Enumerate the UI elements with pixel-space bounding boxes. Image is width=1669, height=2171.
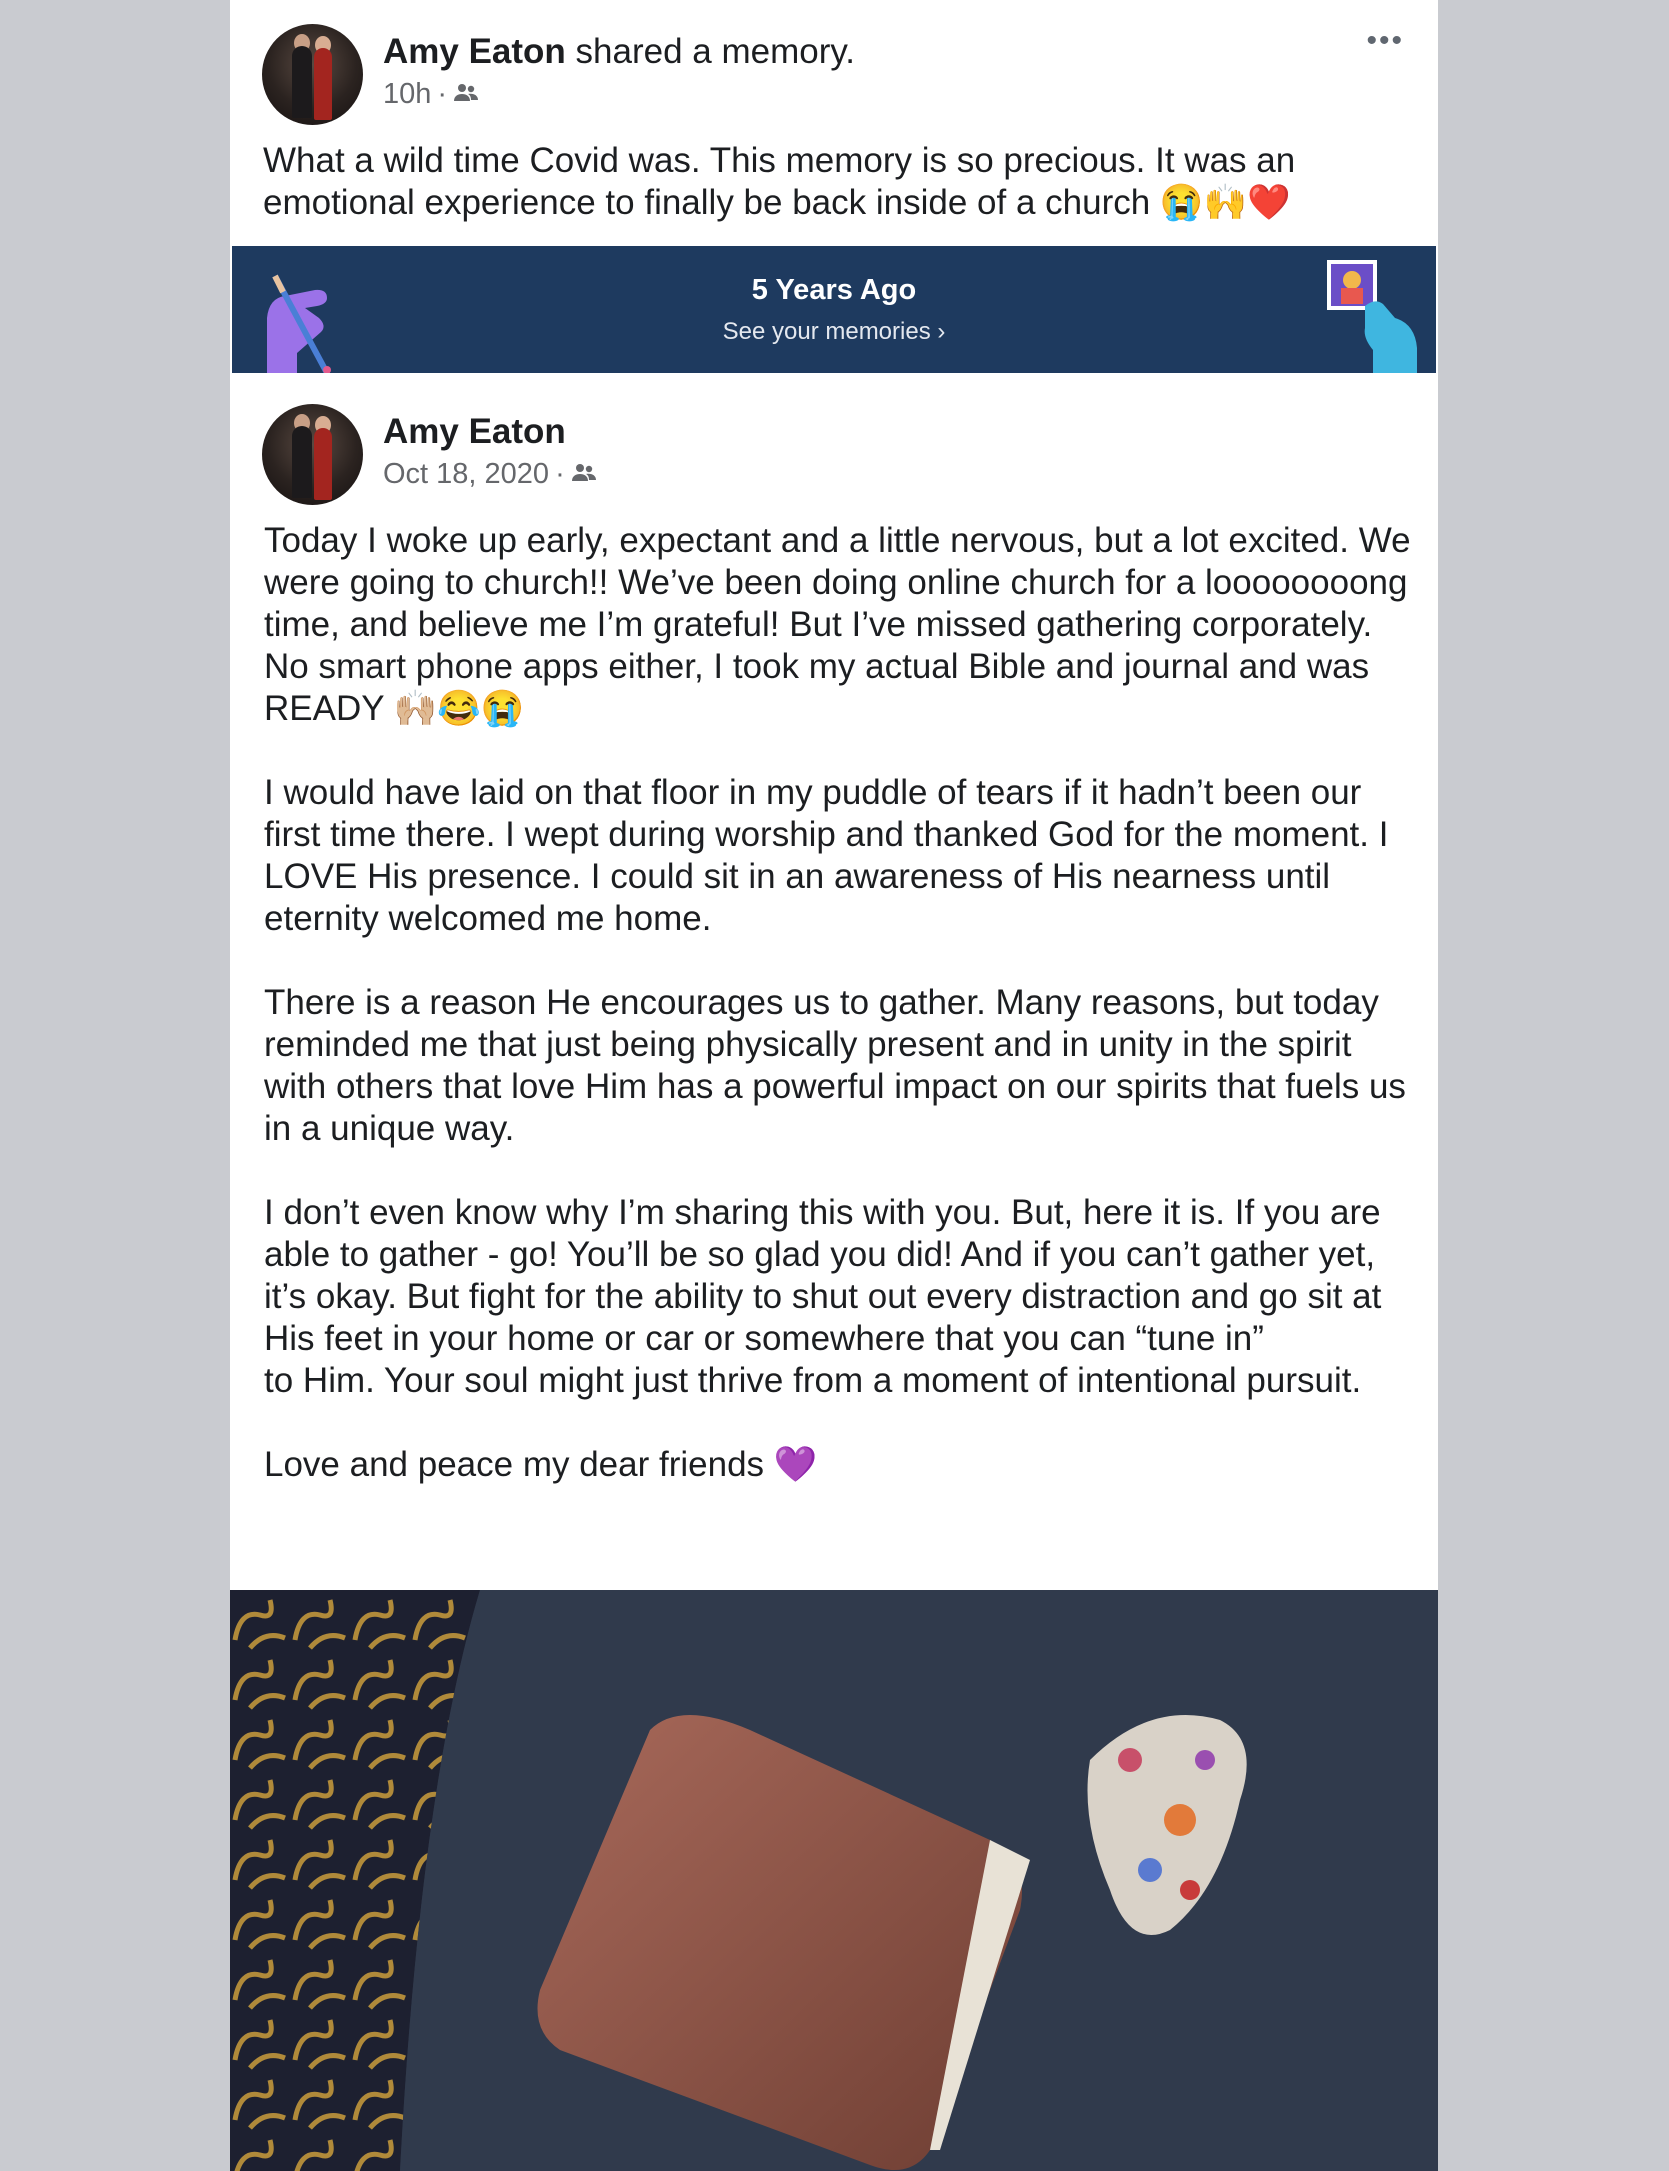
- caption-line-2: emotional experience to finally be back …: [263, 183, 1151, 222]
- friends-icon: [453, 79, 479, 112]
- banner-title: 5 Years Ago: [751, 274, 917, 306]
- post-time[interactable]: 10h: [383, 78, 431, 110]
- post-meta: 10h ·: [383, 78, 479, 112]
- chevron-right-icon: ›: [937, 318, 946, 345]
- post-paragraph: There is a reason He encourages us to ga…: [264, 983, 1406, 1148]
- author-name[interactable]: Amy Eaton: [383, 32, 566, 71]
- photo-hand-icon: [1327, 260, 1417, 373]
- memories-banner[interactable]: 5 Years Ago See your memories ›: [232, 246, 1436, 373]
- post-paragraph: Today I woke up early, expectant and a l…: [264, 521, 1411, 728]
- post-author-line: Amy Eaton: [383, 412, 566, 452]
- avatar[interactable]: [262, 404, 363, 505]
- post-date[interactable]: Oct 18, 2020: [383, 458, 549, 490]
- post-meta: Oct 18, 2020 ·: [383, 458, 597, 492]
- caption-line-1: What a wild time Covid was. This memory …: [263, 141, 1296, 180]
- post-paragraph: Love and peace my dear friends 💜: [264, 1445, 818, 1484]
- author-name[interactable]: Amy Eaton: [383, 412, 566, 451]
- memory-post-card: Amy Eaton shared a memory. 10h · ••• What…: [230, 0, 1438, 2171]
- memory-caption: What a wild time Covid was. This memory …: [263, 140, 1413, 224]
- post-paragraph: to Him. Your soul might just thrive from…: [264, 1361, 1362, 1400]
- see-memories-link[interactable]: See your memories ›: [232, 318, 1436, 346]
- post-paragraph: I would have laid on that floor in my pu…: [264, 773, 1389, 938]
- post-action: shared a memory.: [575, 32, 855, 71]
- post-author-line: Amy Eaton shared a memory.: [383, 32, 855, 72]
- post-body: Today I woke up early, expectant and a l…: [264, 520, 1414, 1528]
- post-paragraph: I don’t even know why I’m sharing this w…: [264, 1193, 1382, 1358]
- caption-emojis: 😭🙌❤️: [1159, 183, 1291, 222]
- friends-icon: [571, 459, 597, 492]
- see-memories-label: See your memories: [722, 318, 931, 345]
- post-photo[interactable]: [230, 1590, 1438, 2171]
- avatar[interactable]: [262, 24, 363, 125]
- photo-bible-and-mask-icon: [230, 1590, 1438, 2171]
- more-options-icon[interactable]: •••: [1366, 26, 1404, 56]
